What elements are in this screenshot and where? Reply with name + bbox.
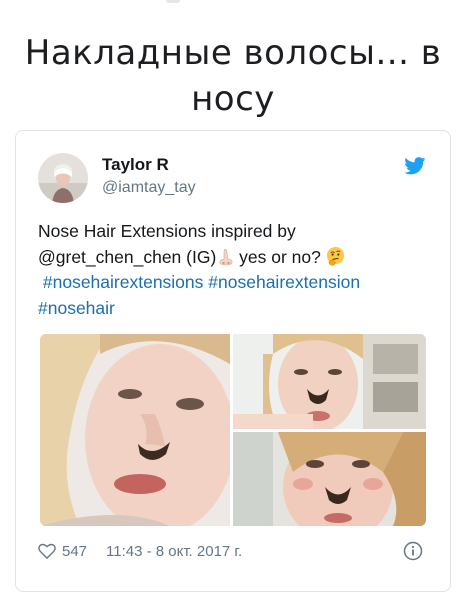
info-icon[interactable]	[403, 541, 423, 561]
headline-line-2: носу	[191, 79, 275, 119]
embedded-tweet-card[interactable]: Taylor R @iamtay_tay Nose Hair Extension…	[15, 130, 451, 592]
mention-link[interactable]: @gret_chen_chen (IG)	[38, 247, 216, 267]
heart-icon[interactable]	[38, 543, 56, 559]
nose-emoji-icon	[219, 248, 233, 265]
hashtag-link[interactable]: #nosehair	[38, 298, 115, 318]
tweet-photo-3[interactable]	[233, 432, 426, 526]
tweet-timestamp[interactable]: 11:43 - 8 окт. 2017 г.	[106, 543, 242, 560]
tweet-text-line-1: Nose Hair Extensions inspired by	[38, 221, 296, 241]
avatar[interactable]	[38, 153, 88, 203]
tweet-photo-1[interactable]	[40, 334, 230, 526]
top-divider	[166, 0, 180, 3]
tweet-text-after: yes or no?	[239, 246, 321, 267]
tweet-footer: 547 11:43 - 8 окт. 2017 г.	[38, 539, 438, 563]
thinking-face-icon	[326, 246, 344, 266]
author-handle[interactable]: @iamtay_tay	[102, 179, 196, 197]
twitter-bird-icon[interactable]	[404, 157, 426, 175]
tweet-media-grid[interactable]	[40, 334, 426, 526]
hashtag-link[interactable]: #nosehairextensions	[43, 272, 204, 292]
hashtag-line: #nosehairextensions #nosehairextension	[38, 270, 438, 296]
hashtag-link[interactable]: #nosehairextension	[208, 272, 360, 292]
headline-line-1: Накладные волосы... в	[24, 33, 442, 73]
hashtag-line: #nosehair	[38, 296, 438, 322]
tweet-text-line-2: @gret_chen_chen (IG) yes or no?	[38, 245, 438, 271]
author-name[interactable]: Taylor R	[102, 155, 169, 175]
tweet-photo-2[interactable]	[233, 334, 426, 429]
like-count[interactable]: 547	[62, 543, 87, 560]
article-headline: Накладные волосы... в носу	[0, 30, 466, 122]
tweet-text: Nose Hair Extensions inspired by @gret_c…	[38, 219, 438, 321]
